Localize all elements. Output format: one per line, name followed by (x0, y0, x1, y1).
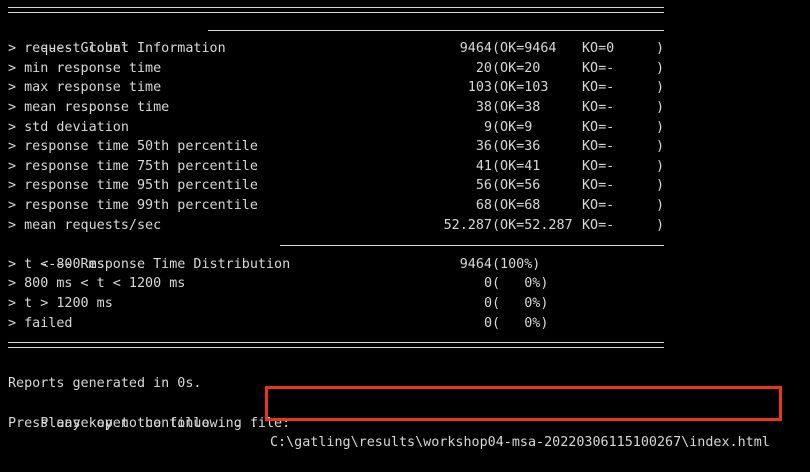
stat-row: > response time 50th percentile 36 (OK=36 K… (8, 137, 668, 157)
stat-ko: KO=0 (582, 41, 615, 57)
separator-top (8, 7, 664, 13)
stat-ok: (OK=68 (492, 198, 541, 213)
stat-label: > response time 95th percentile (8, 178, 258, 194)
distribution-percent: ( 0%) (492, 315, 549, 331)
stat-label: > min response time (8, 60, 162, 76)
stat-ko: KO=- (582, 217, 615, 233)
section-rule (280, 245, 664, 247)
stat-value: 9 (483, 119, 492, 135)
stat-label: > response time 50th percentile (8, 139, 258, 155)
section-global-information: ---- Global Information (8, 20, 664, 56)
stat-close: ) (656, 217, 665, 233)
reports-generated-line: Reports generated in 0s. (8, 376, 202, 391)
stat-ok: (OK=9 (492, 119, 533, 135)
stat-close: ) (656, 198, 665, 213)
stat-close: ) (656, 60, 665, 76)
stat-ko: KO=- (582, 60, 615, 76)
stat-row: > max response time 103 (OK=103 KO=-) (8, 78, 668, 98)
stat-label: > std deviation (8, 119, 129, 135)
stat-ko: KO=- (582, 198, 615, 213)
stat-close: ) (656, 41, 665, 57)
distribution-label: > t > 1200 ms (8, 296, 113, 311)
section-response-time-distribution: ---- Response Time Distribution (8, 235, 664, 272)
stat-value: 20 (475, 60, 492, 76)
stat-ko: KO=- (582, 100, 615, 115)
stat-row: > min response time 20 (OK=20 KO=-) (8, 59, 668, 79)
stat-close: ) (656, 119, 665, 135)
distribution-label: > 800 ms < t < 1200 ms (8, 276, 186, 292)
distribution-percent: ( 0%) (492, 296, 549, 311)
stat-close: ) (656, 139, 665, 155)
stat-label: > mean requests/sec (8, 217, 162, 233)
stat-label: > response time 75th percentile (8, 158, 258, 174)
terminal-window[interactable]: ---- Global Information > request count 9… (0, 0, 810, 451)
distribution-count: 0 (483, 276, 492, 292)
stat-value: 52.287 (443, 217, 492, 233)
distribution-count: 9464 (459, 256, 492, 272)
distribution-label: > t < 800 ms (8, 256, 105, 272)
stat-close: ) (656, 158, 665, 174)
stat-ok: (OK=52.287 (492, 217, 573, 233)
stat-ko: KO=- (582, 80, 615, 96)
separator-bottom (8, 342, 664, 348)
distribution-percent: (100%) (492, 256, 541, 272)
stat-ko: KO=- (582, 158, 615, 174)
stat-ko: KO=- (582, 178, 615, 194)
stat-value: 9464 (459, 41, 492, 57)
stat-ok: (OK=20 (492, 60, 541, 76)
stat-value: 103 (467, 80, 492, 96)
distribution-label: > failed (8, 315, 73, 331)
distribution-row: > failed 0( 0%) (8, 314, 668, 334)
stat-ok: (OK=56 (492, 178, 541, 194)
stat-ko: KO=- (582, 119, 615, 135)
stat-value: 36 (475, 139, 492, 155)
stat-row: > std deviation 9 (OK=9 KO=-) (8, 118, 668, 138)
stat-close: ) (656, 100, 665, 115)
stat-row: > mean requests/sec 52.287 (OK=52.287 KO=-) (8, 216, 668, 236)
press-any-key-line: Press any key to continue . . . (8, 416, 258, 431)
stat-label: > max response time (8, 80, 162, 96)
stat-value: 68 (475, 198, 492, 213)
stat-ok: (OK=103 (492, 80, 549, 96)
stat-close: ) (656, 80, 665, 96)
stat-ko: KO=- (582, 139, 615, 155)
stat-row: > response time 75th percentile 41 (OK=41 K… (8, 157, 668, 177)
stat-value: 41 (475, 158, 492, 174)
stat-close: ) (656, 178, 665, 194)
distribution-row: > t < 800 ms 9464 (100%) (8, 255, 668, 275)
distribution-row: > t > 1200 ms 0( 0%) (8, 294, 668, 314)
stat-row: > response time 99th percentile 68 (OK=68 K… (8, 196, 668, 216)
stat-value: 56 (475, 178, 492, 194)
stat-label: > request count (8, 41, 129, 57)
stat-row: > request count 9464 (OK=9464 KO=0) (8, 39, 668, 59)
stat-label: > mean response time (8, 100, 170, 115)
stat-row: > response time 95th percentile 56 (OK=56 K… (8, 176, 668, 196)
stat-ok: (OK=38 (492, 100, 541, 115)
stat-label: > response time 99th percentile (8, 198, 258, 213)
stat-value: 38 (475, 100, 492, 115)
file-path-highlight (265, 386, 782, 421)
open-file-line: Please open the following file: C:\gatli… (8, 394, 770, 451)
distribution-percent: ( 0%) (492, 276, 549, 292)
distribution-count: 0 (483, 315, 492, 331)
stat-ok: (OK=41 (492, 158, 541, 174)
stat-ok: (OK=36 (492, 139, 541, 155)
stat-ok: (OK=9464 (492, 41, 557, 57)
distribution-row: > 800 ms < t < 1200 ms 0( 0%) (8, 274, 668, 294)
stat-row: > mean response time 38 (OK=38 KO=-) (8, 98, 668, 118)
distribution-count: 0 (483, 296, 492, 311)
section-rule (208, 29, 664, 31)
report-file-path[interactable]: C:\gatling\results\workshop04-msa-202203… (270, 433, 770, 453)
